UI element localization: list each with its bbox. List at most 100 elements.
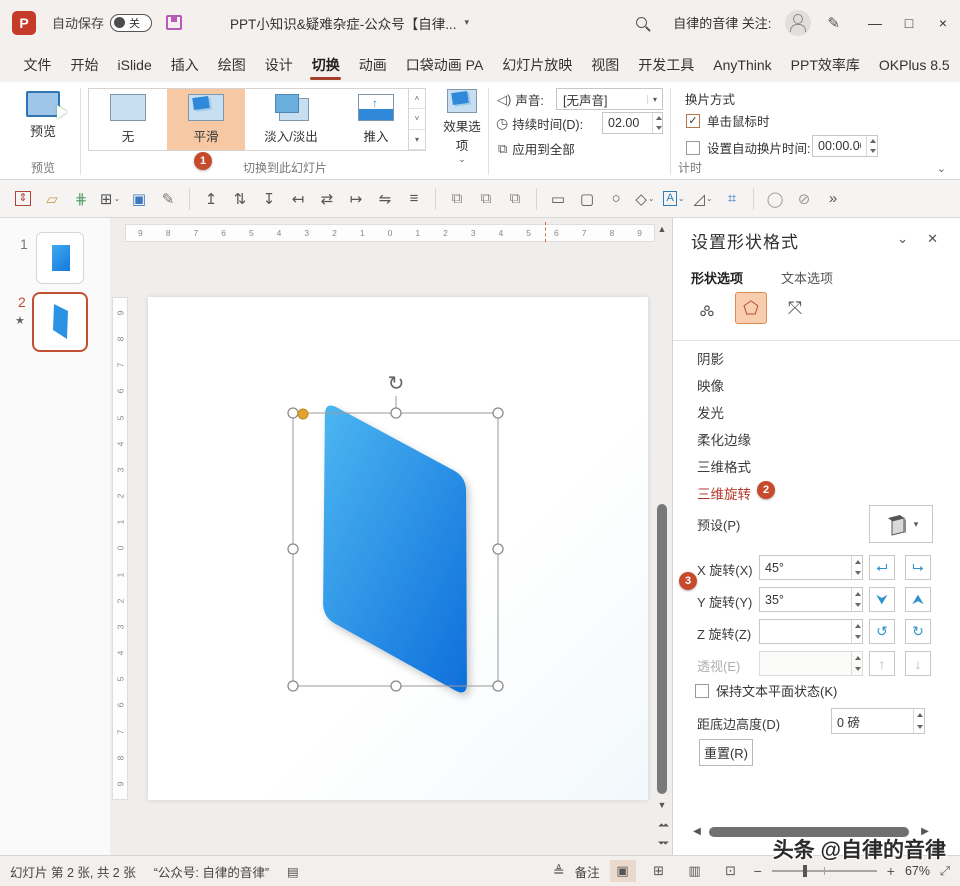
y-rotation-spinbox[interactable]: [759, 587, 863, 612]
tab-shape-options[interactable]: 形状选项: [691, 268, 743, 287]
menu-tab-9[interactable]: 幻灯片放映: [493, 47, 582, 81]
document-title[interactable]: PPT小知识&疑难杂症-公众号【自律... ▾: [230, 13, 469, 33]
select-object-icon[interactable]: ▱: [39, 187, 65, 211]
distance-input[interactable]: [832, 714, 913, 728]
shape-outline-icon[interactable]: ◿⌄: [690, 187, 716, 211]
search-icon[interactable]: [636, 17, 647, 28]
avatar[interactable]: [785, 10, 811, 36]
auto-advance-input[interactable]: [813, 139, 866, 153]
notes-icon[interactable]: ≜: [553, 863, 565, 880]
more-tools-icon[interactable]: »: [820, 187, 846, 211]
send-backward-icon[interactable]: ⧉: [473, 187, 499, 211]
merge-shapes-icon[interactable]: ◯: [762, 187, 788, 211]
minimize-button[interactable]: —: [858, 8, 892, 38]
reading-view-icon[interactable]: ▥: [682, 860, 708, 882]
align-bottom-icon[interactable]: ↧: [256, 187, 282, 211]
fill-bucket-icon[interactable]: 🝆: [691, 292, 723, 324]
rotate-x-up-button[interactable]: ⮠: [869, 555, 895, 580]
rotate-y-left-button[interactable]: ⮟: [869, 587, 895, 612]
effect-item-1[interactable]: 映像: [697, 375, 724, 395]
panel-collapse-icon[interactable]: ⌄: [897, 231, 908, 247]
distribute-spacing-icon[interactable]: ⋕: [68, 187, 94, 211]
auto-advance-option[interactable]: 设置自动换片时间:: [686, 138, 810, 157]
effect-item-5[interactable]: 三维旋转: [697, 483, 751, 503]
align-top-icon[interactable]: ↥: [198, 187, 224, 211]
menu-tab-6[interactable]: 切换: [302, 47, 349, 81]
menu-tab-2[interactable]: iSlide: [108, 49, 161, 79]
effect-item-4[interactable]: 三维格式: [697, 456, 751, 476]
menu-tab-14[interactable]: OKPlus 8.5: [869, 49, 959, 79]
menu-tab-0[interactable]: 文件: [14, 47, 61, 81]
transition-morph[interactable]: 平滑: [167, 89, 245, 150]
close-button[interactable]: ×: [926, 8, 960, 38]
autosave-toggle[interactable]: 关: [110, 14, 152, 32]
menu-tab-4[interactable]: 绘图: [208, 47, 255, 81]
gallery-scroll-down-icon[interactable]: ˅: [409, 109, 425, 129]
keep-text-flat-checkbox[interactable]: [695, 684, 709, 698]
reset-button[interactable]: 重置(R): [699, 739, 753, 766]
fit-to-height-icon[interactable]: ⇕: [10, 187, 36, 211]
z-rotation-input[interactable]: [760, 625, 851, 639]
selected-parallelogram-shape[interactable]: [323, 406, 467, 693]
align-center-icon[interactable]: ⇄: [314, 187, 340, 211]
text-box-icon[interactable]: A⌄: [661, 187, 687, 211]
menu-tab-11[interactable]: 开发工具: [629, 47, 704, 81]
effect-item-2[interactable]: 发光: [697, 402, 724, 422]
effect-item-3[interactable]: 柔化边缘: [697, 429, 751, 449]
x-rotation-input[interactable]: [760, 561, 851, 575]
gallery-more-icon[interactable]: ▾: [409, 130, 425, 150]
zoom-out-button[interactable]: −: [754, 863, 762, 879]
zoom-percent[interactable]: 67%: [905, 864, 930, 878]
menu-tab-8[interactable]: 口袋动画 PA: [396, 47, 493, 81]
size-properties-icon[interactable]: ⤧: [779, 292, 811, 324]
align-left-icon[interactable]: ↤: [285, 187, 311, 211]
on-mouse-click-checkbox[interactable]: ✓: [686, 114, 700, 128]
tab-text-options[interactable]: 文本选项: [781, 268, 833, 287]
scroll-left-icon[interactable]: ◀: [689, 826, 705, 837]
zoom-slider-thumb[interactable]: [803, 865, 807, 877]
zoom-slider[interactable]: [772, 870, 877, 872]
auto-advance-checkbox[interactable]: [686, 141, 700, 155]
slideshow-view-icon[interactable]: ⊡: [718, 860, 744, 882]
distribute-vertical-icon[interactable]: ≡: [401, 187, 427, 211]
transition-push[interactable]: ↑ 推入: [337, 89, 415, 150]
bring-forward-icon[interactable]: ⧉: [444, 187, 470, 211]
notes-button[interactable]: 备注: [575, 862, 600, 881]
auto-advance-up-icon[interactable]: [867, 136, 877, 146]
rotate-y-right-button[interactable]: ⮝: [905, 587, 931, 612]
duration-spinbox[interactable]: [602, 112, 663, 134]
scroll-down-icon[interactable]: ▼: [654, 800, 670, 810]
rotate-z-cw-button[interactable]: ↻: [905, 619, 931, 644]
effect-item-0[interactable]: 阴影: [697, 348, 724, 368]
align-middle-icon[interactable]: ⇅: [227, 187, 253, 211]
duration-input[interactable]: [603, 116, 652, 130]
menu-tab-1[interactable]: 开始: [61, 47, 108, 81]
menu-tab-10[interactable]: 视图: [582, 47, 629, 81]
distribute-horizontal-icon[interactable]: ⇋: [372, 187, 398, 211]
rotation-handle-icon[interactable]: ↻: [388, 373, 405, 395]
maximize-button[interactable]: □: [892, 8, 926, 38]
preview-button[interactable]: 预览: [18, 89, 68, 147]
gallery-scroll-up-icon[interactable]: ˄: [409, 89, 425, 109]
rounded-rectangle-shape-icon[interactable]: ▢: [574, 187, 600, 211]
preset-dropdown[interactable]: ▾: [869, 505, 933, 543]
vertical-scrollbar[interactable]: ▲ ▼ ⏶⏶ ⏷⏷: [654, 222, 670, 852]
transition-none[interactable]: 无: [89, 89, 167, 150]
distance-spinbox[interactable]: [831, 708, 925, 734]
shape-effects-pentagon-icon[interactable]: ⬠: [735, 292, 767, 324]
slide-layout-icon[interactable]: ▣: [126, 187, 152, 211]
zoom-in-button[interactable]: +: [887, 863, 895, 879]
auto-advance-spinbox[interactable]: [812, 135, 878, 157]
align-right-icon[interactable]: ↦: [343, 187, 369, 211]
duration-up-icon[interactable]: [653, 113, 662, 123]
collapse-ribbon-icon[interactable]: ⌄: [937, 162, 946, 175]
menu-tab-3[interactable]: 插入: [161, 47, 208, 81]
pen-icon[interactable]: ✎: [827, 14, 840, 32]
menu-tab-12[interactable]: AnyThink: [704, 49, 781, 79]
panel-close-icon[interactable]: ✕: [927, 231, 938, 247]
subtract-shapes-icon[interactable]: ⊘: [791, 187, 817, 211]
transition-fade[interactable]: 淡入/淡出: [245, 89, 337, 150]
rectangle-shape-icon[interactable]: ▭: [545, 187, 571, 211]
auto-advance-down-icon[interactable]: [867, 146, 877, 156]
sound-dropdown[interactable]: [无声音] ▾: [556, 88, 663, 110]
